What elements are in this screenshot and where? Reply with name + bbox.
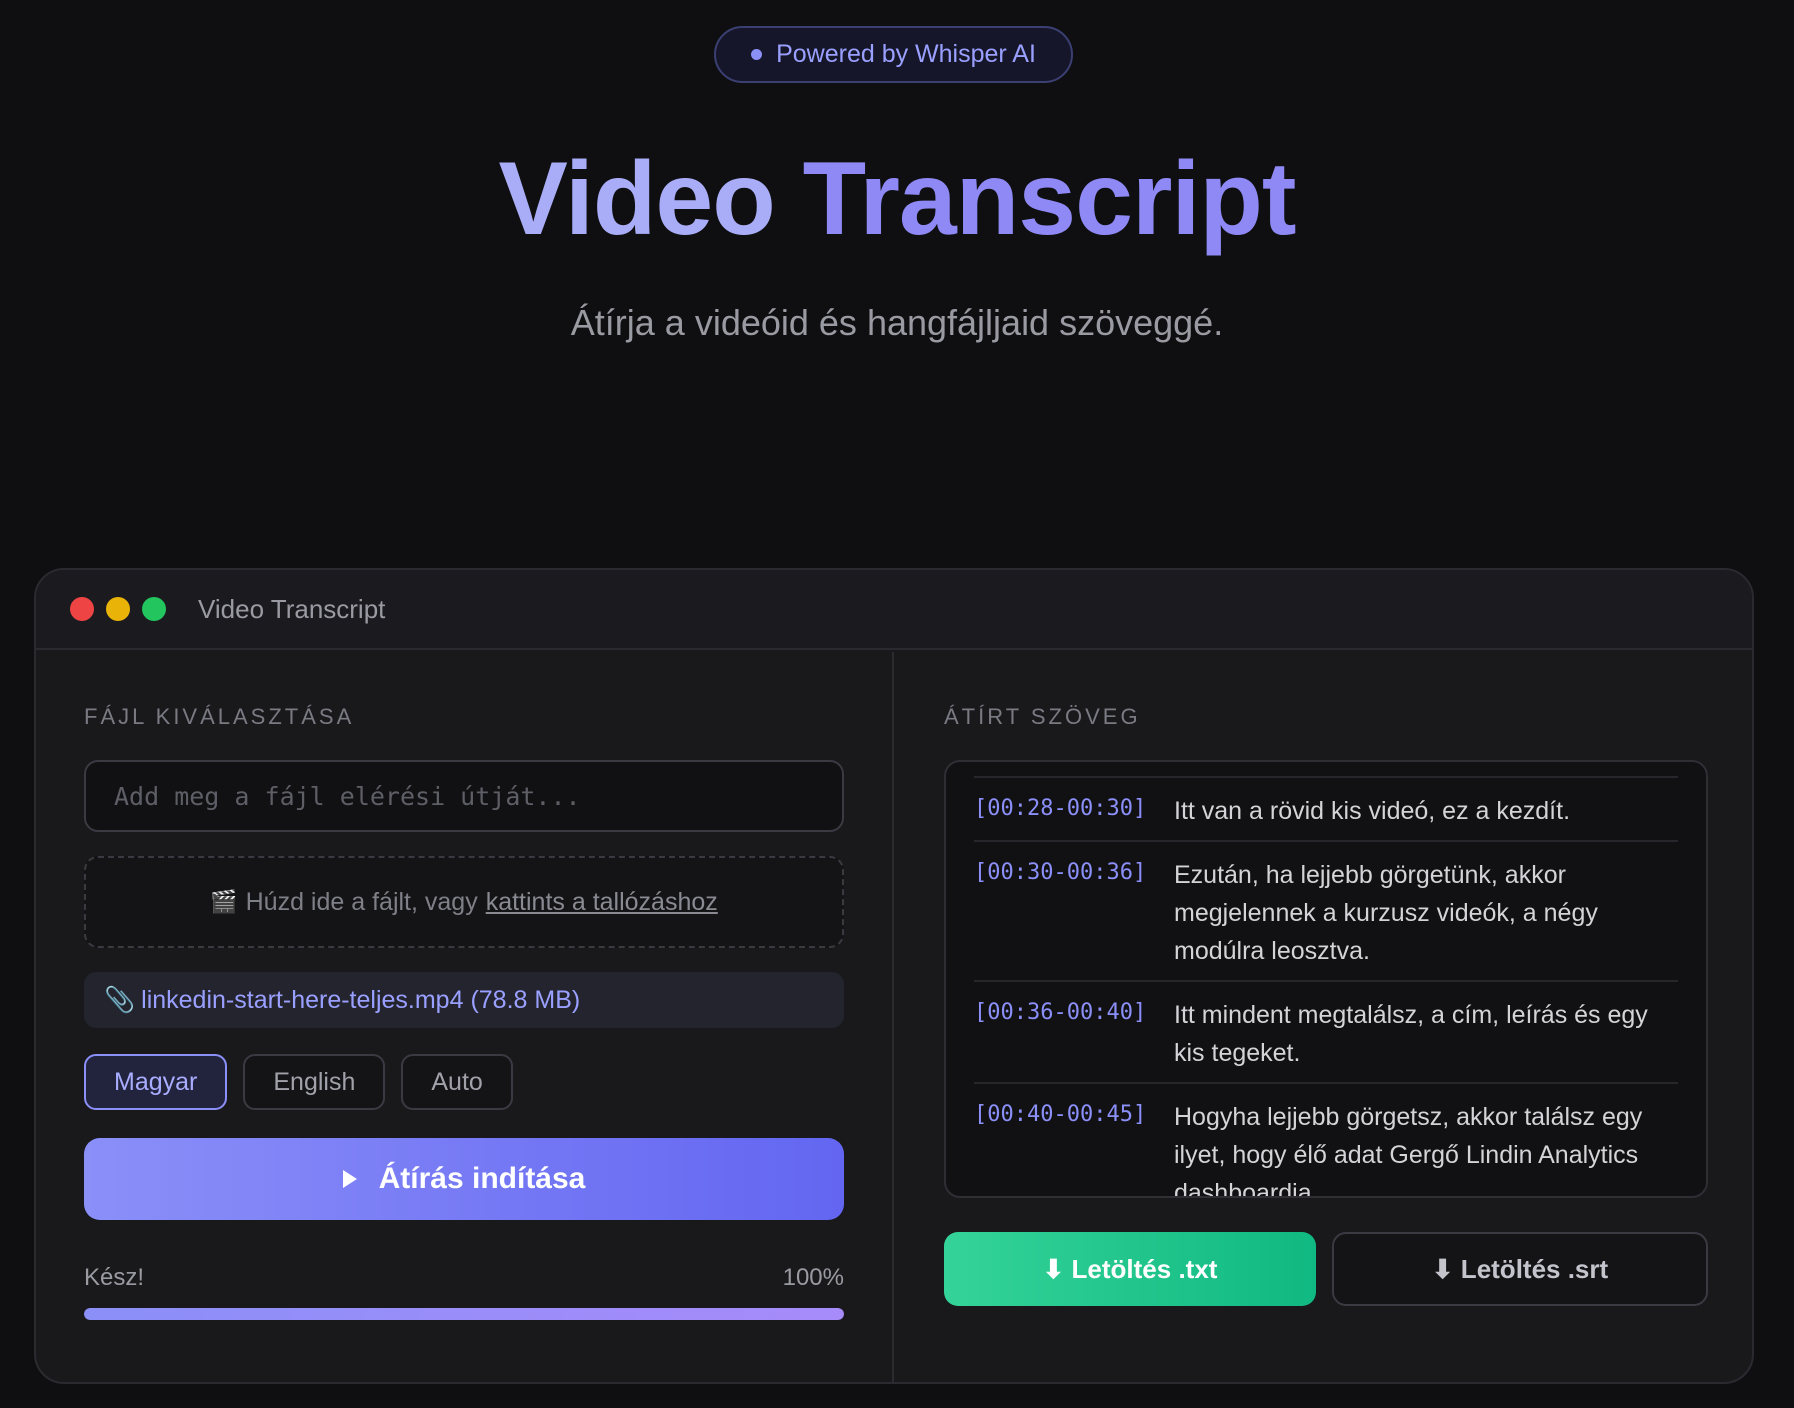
segment-text: Ezután, ha lejjebb görgetünk, akkor megj… <box>1174 861 1598 965</box>
transcript-section-label: ÁTÍRT SZÖVEG <box>944 704 1141 729</box>
language-button-magyar[interactable]: Magyar <box>84 1054 228 1110</box>
segment-timestamp: [00:30-00:36] <box>974 860 1147 885</box>
progress-bar <box>84 1308 844 1320</box>
title-word-1: Video <box>498 141 775 257</box>
page-title: Video Transcript <box>0 140 1794 259</box>
progress-status: Kész! <box>84 1264 145 1291</box>
window-titlebar: Video Transcript <box>36 570 1752 650</box>
language-button-english[interactable]: English <box>243 1054 386 1110</box>
segment-timestamp: [00:36-00:40] <box>974 1000 1147 1025</box>
minimize-window-icon[interactable] <box>106 597 130 621</box>
transcript-segment: [00:30-00:36] Ezután, ha lejjebb görgetü… <box>974 840 1678 980</box>
start-button-label: Átírás indítása <box>378 1162 586 1195</box>
clapperboard-icon: 🎬 <box>210 889 238 914</box>
download-buttons: ⬇ Letöltés .txt ⬇ Letöltés .srt <box>944 1232 1708 1306</box>
download-srt-button[interactable]: ⬇ Letöltés .srt <box>1332 1232 1708 1306</box>
segment-text: Itt mindent megtalálsz, a cím, leírás és… <box>1174 1001 1648 1067</box>
browse-link[interactable]: kattints a tallózáshoz <box>486 888 718 917</box>
language-selector: Magyar English Auto <box>84 1054 513 1110</box>
download-txt-button[interactable]: ⬇ Letöltés .txt <box>944 1232 1316 1306</box>
transcript-segment: [00:40-00:45] Hogyha lejjebb görgetsz, a… <box>974 1082 1678 1198</box>
progress-percent: 100% <box>782 1264 844 1291</box>
close-window-icon[interactable] <box>70 597 94 621</box>
app-window: Video Transcript FÁJL KIVÁLASZTÁSA 🎬 Húz… <box>34 568 1754 1384</box>
selected-file-name: linkedin-start-here-teljes.mp4 (78.8 MB) <box>141 985 581 1014</box>
file-panel: FÁJL KIVÁLASZTÁSA 🎬 Húzd ide a fájlt, va… <box>36 652 894 1382</box>
transcript-segment: [00:36-00:40] Itt mindent megtalálsz, a … <box>974 980 1678 1082</box>
dropzone-text: Húzd ide a fájlt, vagy <box>245 887 478 916</box>
page-subtitle: Átírja a videóid és hangfájljaid szövegg… <box>570 302 1224 343</box>
title-word-2: Transcript <box>802 141 1297 257</box>
hero-section: Powered by Whisper AI Video Transcript Á… <box>0 0 1794 560</box>
transcript-panel: ÁTÍRT SZÖVEG [00:28-00:30] Itt van a röv… <box>896 652 1752 1382</box>
start-transcription-button[interactable]: Átírás indítása <box>84 1138 844 1220</box>
window-title: Video Transcript <box>198 593 386 624</box>
status-dot-icon <box>751 49 763 60</box>
file-path-input[interactable] <box>84 760 844 832</box>
file-section-label: FÁJL KIVÁLASZTÁSA <box>84 704 355 729</box>
segment-text: Hogyha lejjebb görgetsz, akkor találsz e… <box>1174 1103 1643 1198</box>
badge-text: Powered by Whisper AI <box>776 40 1036 68</box>
segment-timestamp: [00:28-00:30] <box>974 796 1147 821</box>
language-button-auto[interactable]: Auto <box>401 1054 513 1110</box>
transcript-list[interactable]: [00:28-00:30] Itt van a rövid kis videó,… <box>944 760 1708 1198</box>
file-dropzone[interactable]: 🎬 Húzd ide a fájlt, vagy kattints a tall… <box>84 856 844 948</box>
selected-file-chip: 📎 linkedin-start-here-teljes.mp4 (78.8 M… <box>84 972 844 1028</box>
paperclip-icon: 📎 <box>104 985 136 1014</box>
segment-text: Itt van a rövid kis videó, ez a kezdít. <box>1174 797 1571 825</box>
play-icon <box>342 1170 357 1188</box>
transcript-segment: [00:28-00:30] Itt van a rövid kis videó,… <box>974 776 1678 840</box>
segment-timestamp: [00:40-00:45] <box>974 1102 1147 1127</box>
progress-bar-fill <box>84 1308 844 1320</box>
maximize-window-icon[interactable] <box>142 597 166 621</box>
powered-by-badge: Powered by Whisper AI <box>714 26 1073 83</box>
